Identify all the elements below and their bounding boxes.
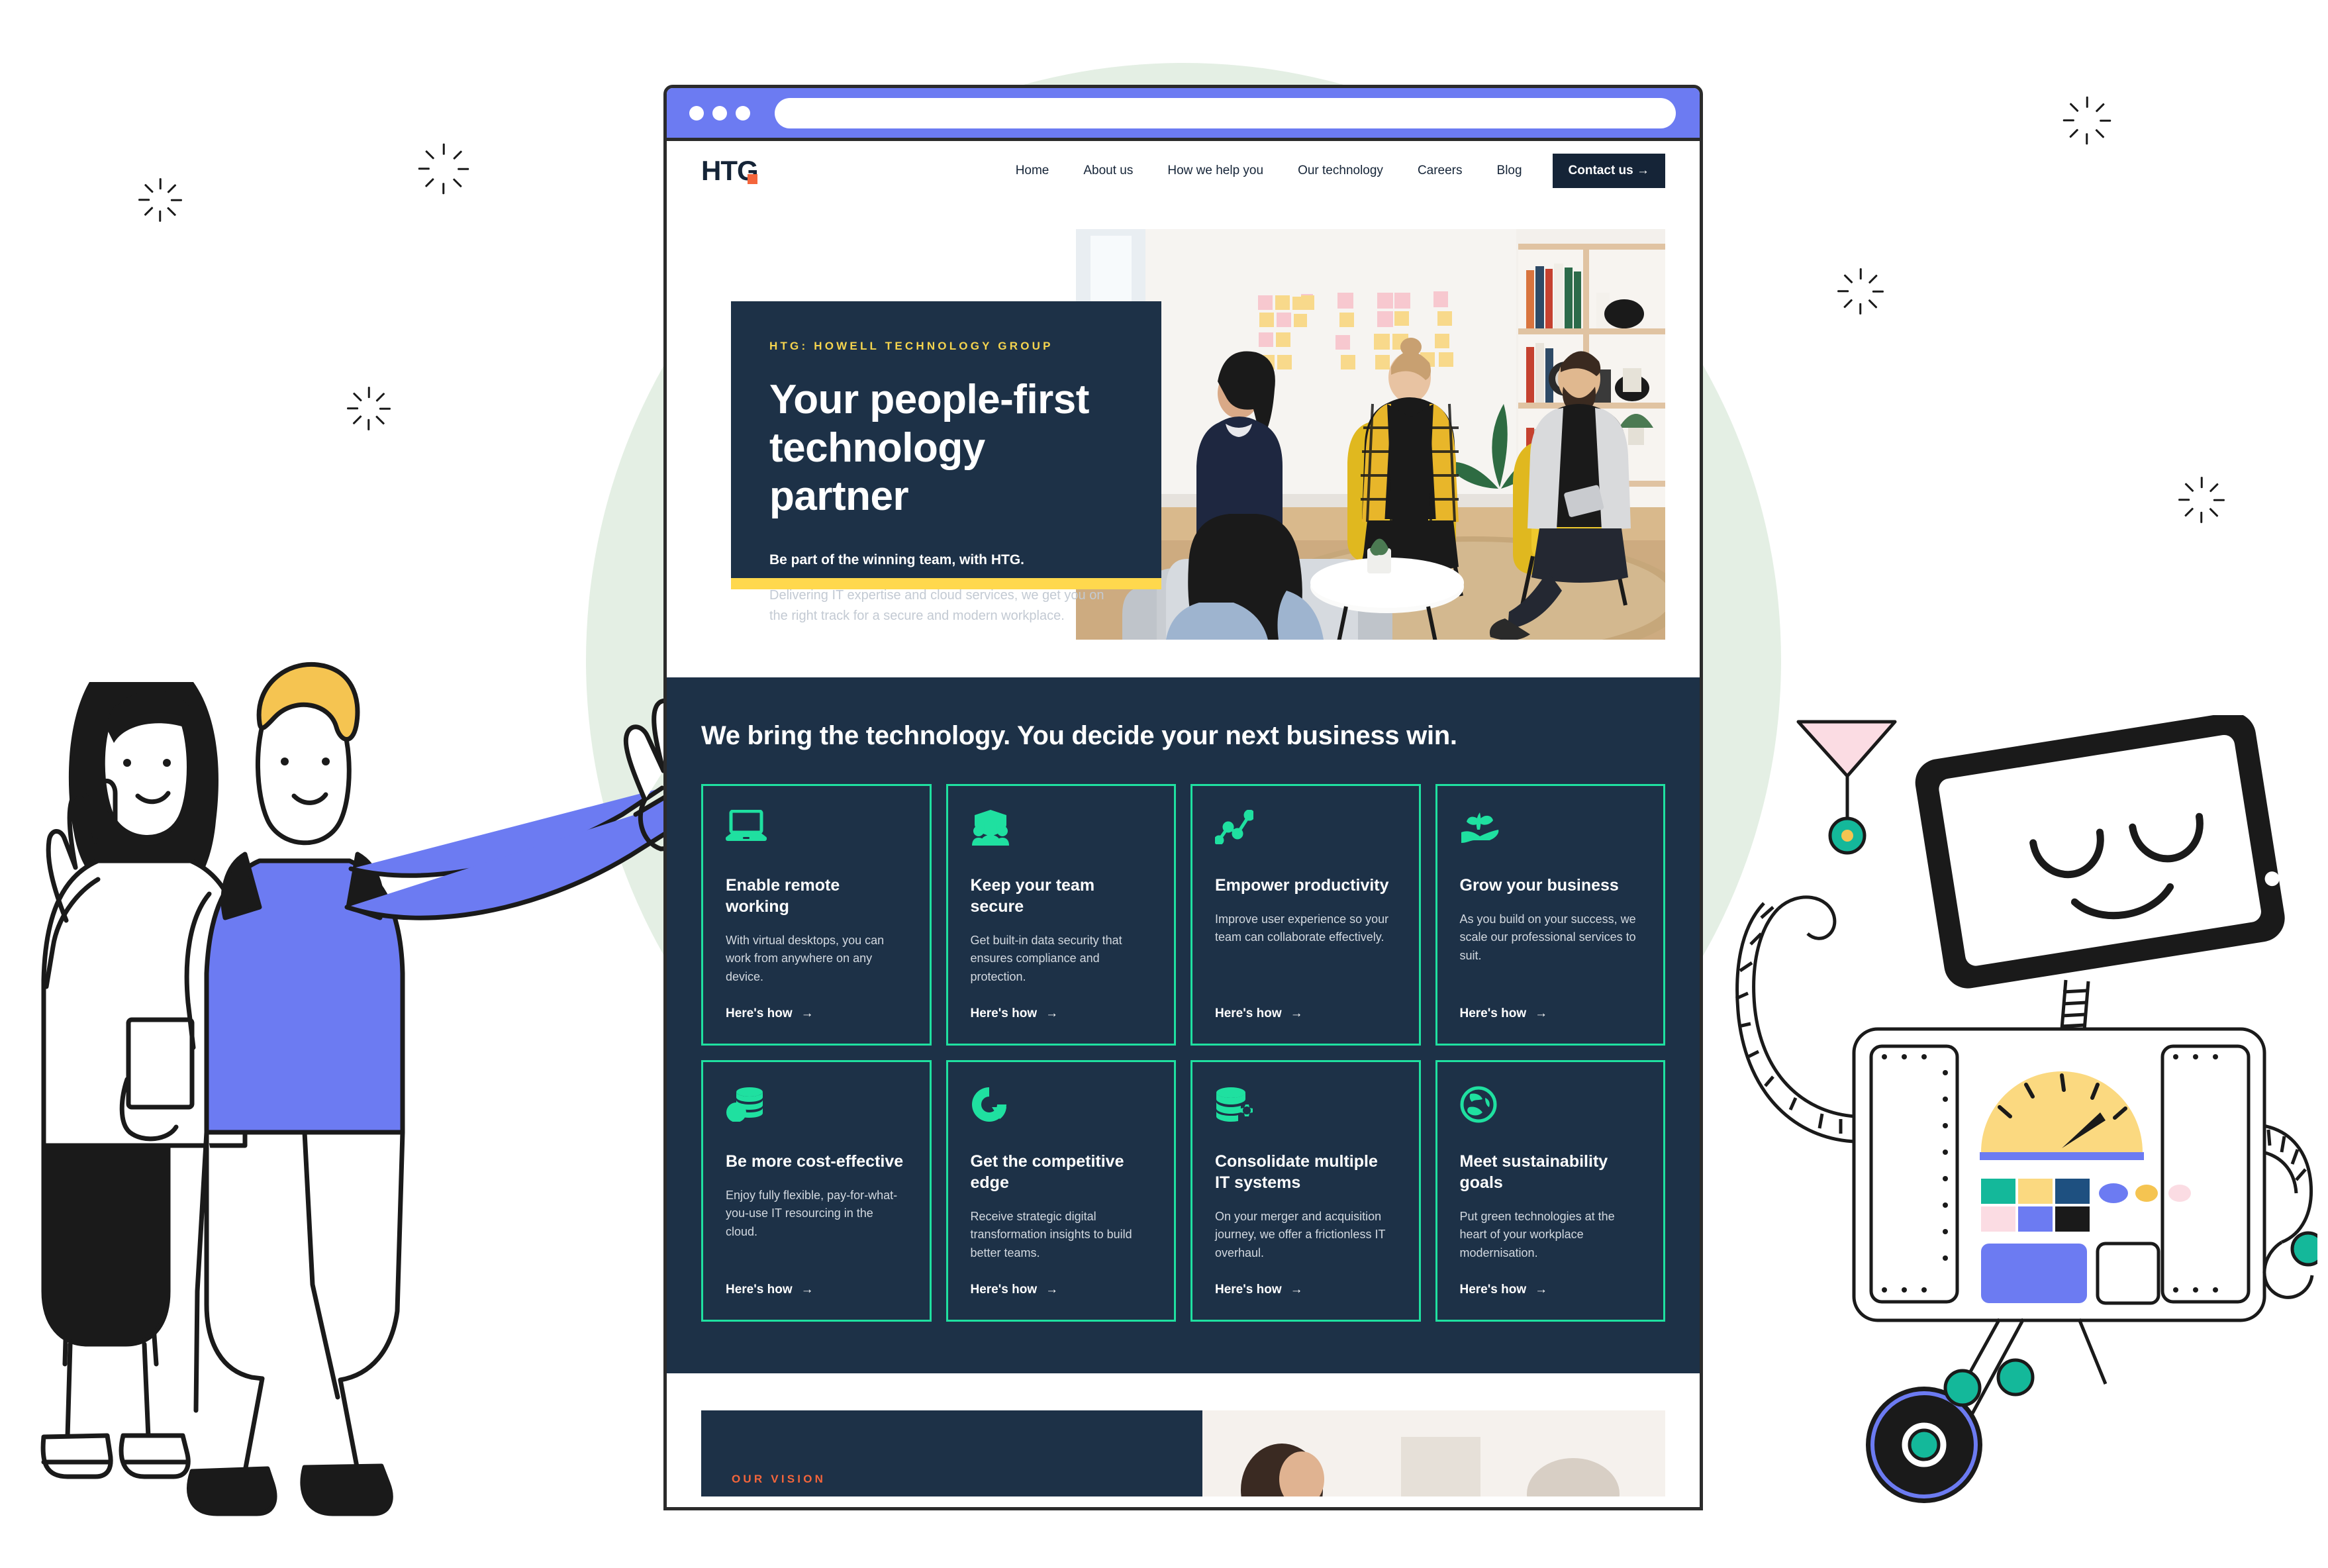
htg-logo[interactable]: HTG [701, 157, 759, 185]
left-characters-illustration [40, 662, 728, 1516]
feature-card-body: On your merger and acquisition journey, … [1215, 1210, 1386, 1259]
heres-how-label: Here's how [1215, 1006, 1282, 1020]
contact-us-button[interactable]: Contact us → [1552, 154, 1665, 188]
hero-eyebrow: HTG: Howell Technology Group [769, 340, 1053, 352]
hero-heading-line-2: technology partner [769, 425, 985, 520]
feature-card-body: Enjoy fully flexible, pay-for-what-you-u… [726, 1189, 898, 1238]
hero-text-panel: HTG: Howell Technology Group Your people… [731, 301, 1161, 623]
globe-icon [1460, 1086, 1641, 1130]
illustration-canvas: HTG Home About us How we help you Our te… [0, 0, 2328, 1568]
vision-photo [1202, 1410, 1665, 1496]
feature-card[interactable]: Grow your business As you build on your … [1435, 784, 1665, 1046]
browser-chrome [667, 88, 1700, 141]
hero-heading: Your people-first technology partner [769, 375, 1120, 520]
heres-how-link[interactable]: Here's how → [1460, 1283, 1641, 1297]
feature-card[interactable]: Empower productivity Improve user experi… [1190, 784, 1421, 1046]
arrow-right-icon: → [1535, 1283, 1548, 1297]
feature-card-title: Meet sustainability goals [1459, 1152, 1608, 1192]
heres-how-link[interactable]: Here's how → [1460, 1006, 1641, 1021]
heres-how-link[interactable]: Here's how → [971, 1006, 1152, 1021]
nav-item-careers[interactable]: Careers [1400, 164, 1480, 178]
feature-card-body: With virtual desktops, you can work from… [726, 934, 885, 983]
heres-how-label: Here's how [970, 1283, 1038, 1297]
feature-card-body: Receive strategic digital transformation… [970, 1210, 1132, 1259]
window-maximize-dot[interactable] [736, 105, 750, 121]
feature-card-title: Keep your team secure [970, 876, 1095, 916]
sparkle-decoration [136, 175, 185, 224]
feature-card[interactable]: Keep your team secure Get built-in data … [946, 784, 1176, 1046]
feature-card[interactable]: Enable remote working With virtual deskt… [701, 784, 932, 1046]
sparkle-decoration [1834, 265, 1887, 318]
feature-card-body: Put green technologies at the heart of y… [1459, 1210, 1615, 1259]
logo-accent-square [747, 174, 757, 184]
coins-icon [726, 1086, 907, 1130]
donut-chart-icon [971, 1086, 1152, 1130]
hero-section: HTG: Howell Technology Group Your people… [667, 201, 1700, 677]
arrow-right-icon: → [1290, 1006, 1303, 1020]
nav-item-about-us[interactable]: About us [1066, 164, 1150, 178]
browser-window-mockup: HTG Home About us How we help you Our te… [663, 85, 1703, 1510]
feature-card-body: Improve user experience so your team can… [1215, 912, 1389, 944]
hero-body-text: Delivering IT expertise and cloud servic… [769, 588, 1104, 624]
site-header: HTG Home About us How we help you Our te… [667, 141, 1700, 201]
sparkle-decoration [2059, 93, 2115, 148]
shield-people-icon [971, 810, 1152, 854]
heres-how-label: Here's how [726, 1006, 793, 1020]
feature-card-body: Get built-in data security that ensures … [970, 934, 1122, 983]
hand-sprout-icon [1460, 810, 1641, 854]
nav-item-home[interactable]: Home [998, 164, 1067, 178]
arrow-right-icon: → [1045, 1283, 1059, 1297]
hero-lead-text: Be part of the winning team, with HTG. [769, 552, 1025, 568]
feature-card-title: Empower productivity [1215, 876, 1389, 895]
window-minimize-dot[interactable] [712, 105, 727, 121]
hero-photo-office-meeting [1076, 229, 1665, 640]
nav-item-how-we-help-you[interactable]: How we help you [1150, 164, 1281, 178]
feature-card-title: Enable remote working [726, 876, 840, 916]
heres-how-link[interactable]: Here's how → [726, 1006, 907, 1021]
sparkle-decoration [414, 139, 473, 199]
feature-card-title: Grow your business [1459, 876, 1619, 895]
nav-item-our-technology[interactable]: Our technology [1281, 164, 1400, 178]
features-heading: We bring the technology. You decide your… [701, 721, 1457, 750]
heres-how-label: Here's how [970, 1006, 1038, 1020]
feature-card-title: Get the competitive edge [970, 1152, 1124, 1192]
feature-card[interactable]: Meet sustainability goals Put green tech… [1435, 1060, 1665, 1322]
arrow-right-icon: → [800, 1006, 814, 1020]
feature-card-body: As you build on your success, we scale o… [1459, 912, 1636, 962]
window-close-dot[interactable] [689, 105, 704, 121]
vision-eyebrow: Our vision [732, 1473, 826, 1485]
heres-how-label: Here's how [726, 1283, 793, 1297]
features-section: We bring the technology. You decide your… [667, 677, 1700, 1373]
arrow-right-icon: → [1290, 1283, 1303, 1297]
features-grid: Enable remote working With virtual deskt… [701, 784, 1665, 1322]
feature-card-title: Consolidate multiple IT systems [1215, 1152, 1378, 1192]
sparkle-decoration [344, 384, 393, 433]
feature-card-title: Be more cost-effective [726, 1152, 904, 1171]
arrow-right-icon: → [800, 1283, 814, 1297]
trending-line-chart-icon [1215, 810, 1396, 854]
heres-how-link[interactable]: Here's how → [726, 1283, 907, 1297]
vision-section: Our vision [667, 1373, 1700, 1496]
heres-how-label: Here's how [1459, 1283, 1527, 1297]
robot-illustration [1735, 715, 2317, 1503]
nav-item-blog[interactable]: Blog [1480, 164, 1539, 178]
heres-how-link[interactable]: Here's how → [1215, 1006, 1396, 1021]
heres-how-label: Here's how [1459, 1006, 1527, 1020]
url-bar[interactable] [775, 97, 1676, 128]
arrow-right-icon: → [1045, 1006, 1059, 1020]
sparkle-decoration [2175, 473, 2228, 526]
feature-card[interactable]: Consolidate multiple IT systems On your … [1190, 1060, 1421, 1322]
feature-card[interactable]: Be more cost-effective Enjoy fully flexi… [701, 1060, 932, 1322]
heres-how-label: Here's how [1215, 1283, 1282, 1297]
hero-heading-line-1: Your people-first [769, 377, 1089, 422]
heres-how-link[interactable]: Here's how → [1215, 1283, 1396, 1297]
database-gear-icon [1215, 1086, 1396, 1130]
vision-panel: Our vision [701, 1410, 1203, 1496]
main-navigation: Home About us How we help you Our techno… [998, 154, 1665, 188]
arrow-right-icon: → [1535, 1006, 1548, 1020]
feature-card[interactable]: Get the competitive edge Receive strateg… [946, 1060, 1176, 1322]
laptop-icon [726, 810, 907, 854]
heres-how-link[interactable]: Here's how → [971, 1283, 1152, 1297]
